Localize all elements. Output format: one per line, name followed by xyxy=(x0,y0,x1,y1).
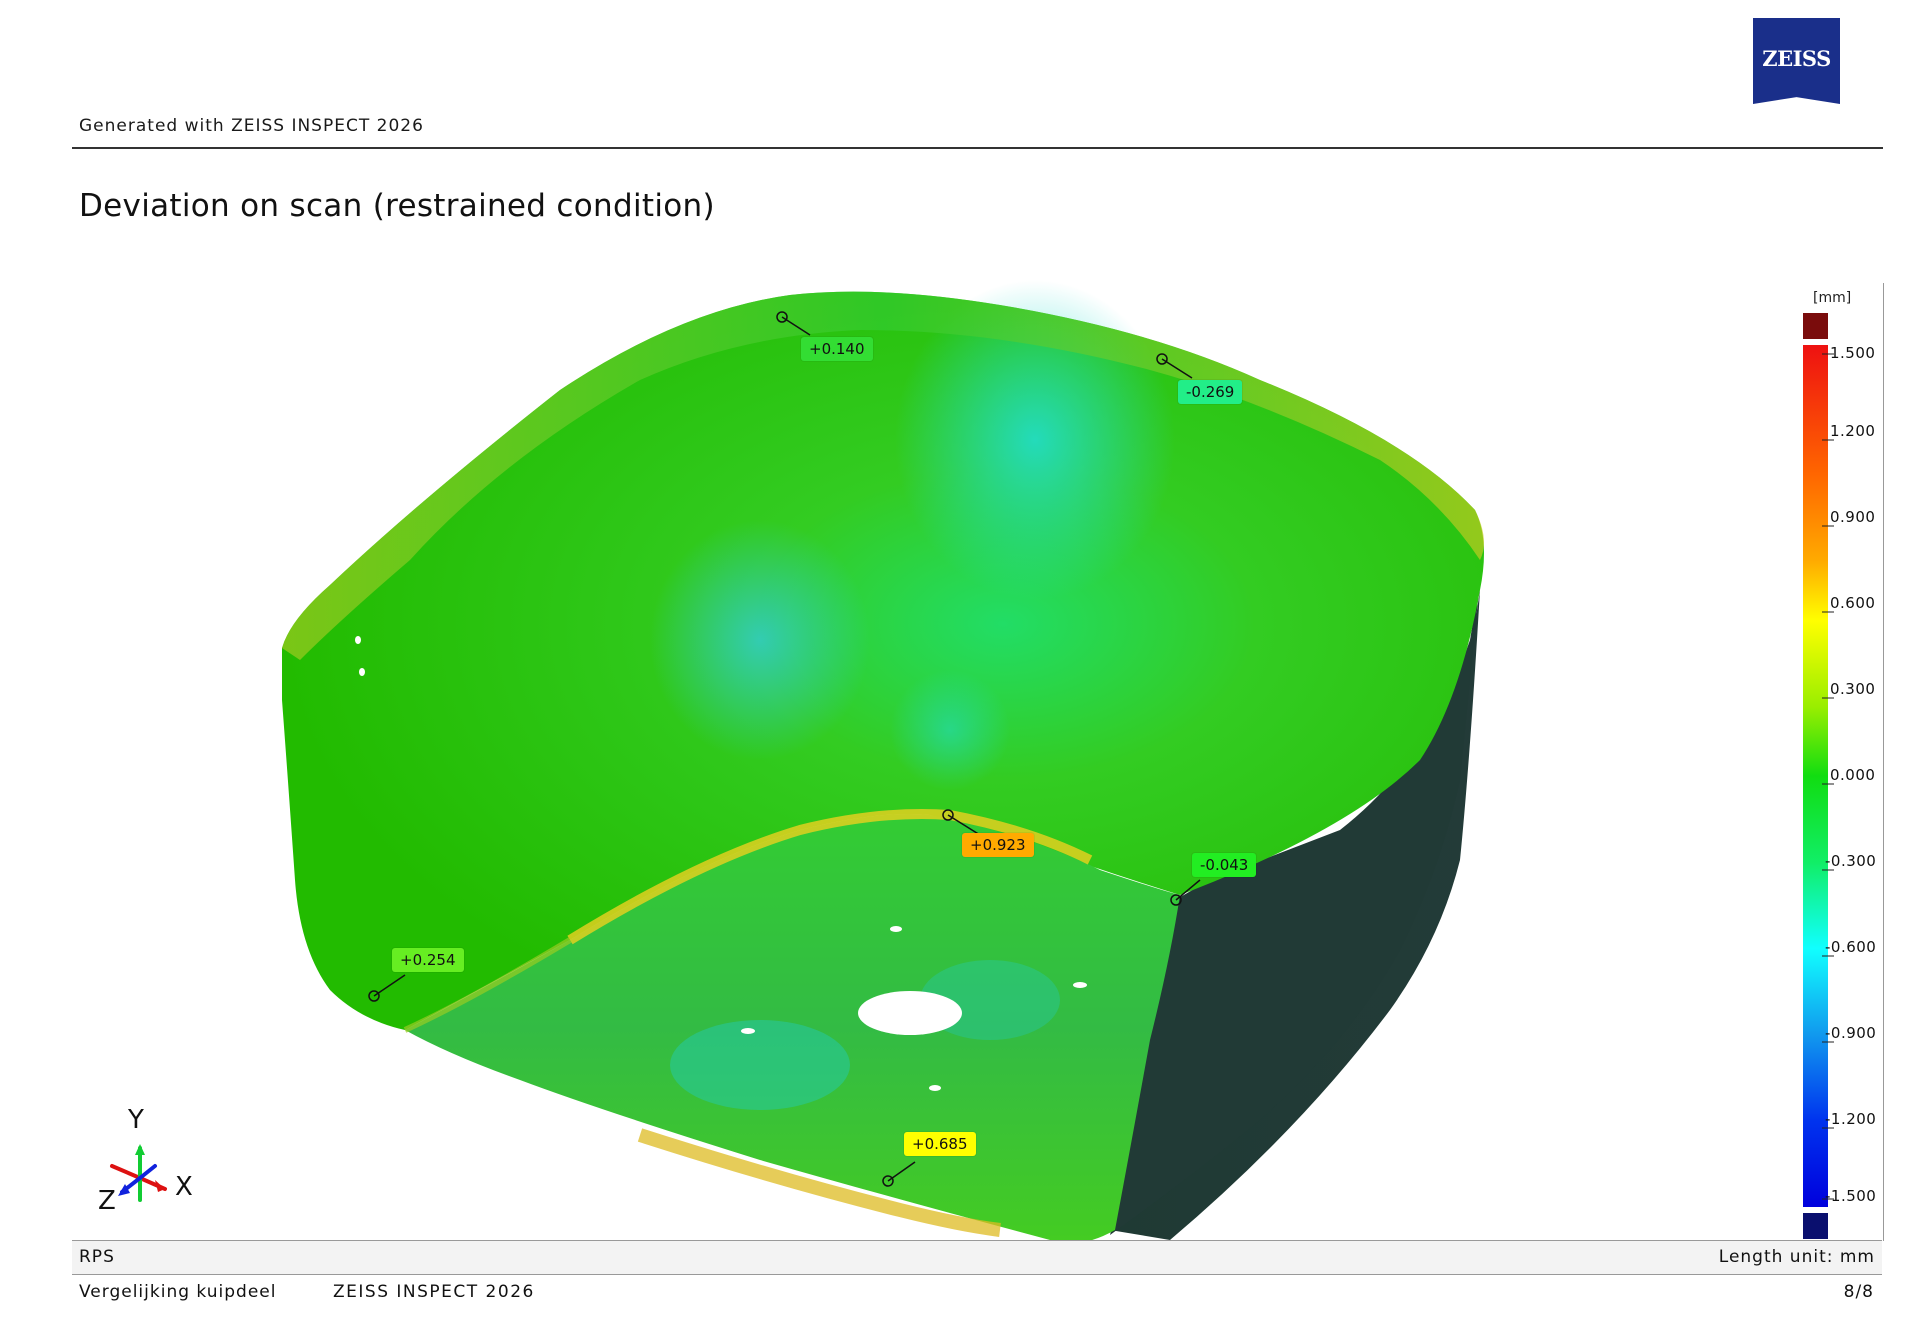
length-unit-label: Length unit: mm xyxy=(1718,1247,1875,1267)
alignment-label: RPS xyxy=(79,1247,115,1267)
scale-tick-label: -0.600 xyxy=(1825,938,1877,956)
page-number: 8/8 xyxy=(1843,1282,1874,1302)
deviation-label[interactable]: +0.685 xyxy=(904,1132,976,1156)
scale-tick-label: -0.900 xyxy=(1825,1024,1877,1042)
deviation-label[interactable]: +0.254 xyxy=(392,948,464,972)
floor-large-hole xyxy=(858,991,962,1035)
scale-tick-label: 1.200 xyxy=(1830,422,1876,440)
software-name: ZEISS INSPECT 2026 xyxy=(333,1282,535,1302)
footer-bar xyxy=(72,1240,1882,1275)
scale-tick-label: 0.600 xyxy=(1830,594,1876,612)
scale-tick-label: 0.300 xyxy=(1830,680,1876,698)
axis-label-x: X xyxy=(175,1172,193,1202)
deviation-label[interactable]: -0.269 xyxy=(1178,380,1243,404)
axis-label-y: Y xyxy=(128,1105,144,1135)
axis-label-z: Z xyxy=(98,1186,116,1216)
project-name: Vergelijking kuipdeel xyxy=(79,1282,277,1302)
scale-tick-label: 0.000 xyxy=(1830,766,1876,784)
axis-triad xyxy=(110,1144,167,1202)
deviation-label[interactable]: +0.140 xyxy=(801,337,873,361)
scale-tick-label: 1.500 xyxy=(1830,344,1876,362)
deviation-label[interactable]: +0.923 xyxy=(962,833,1034,857)
scale-tick-label: -0.300 xyxy=(1825,852,1877,870)
deviation-label[interactable]: -0.043 xyxy=(1192,853,1257,877)
scale-tick-label: -1.500 xyxy=(1825,1187,1877,1205)
scale-tick-label: 0.900 xyxy=(1830,508,1876,526)
scale-unit: [mm] xyxy=(1813,290,1852,306)
scale-tick-label: -1.200 xyxy=(1825,1110,1877,1128)
